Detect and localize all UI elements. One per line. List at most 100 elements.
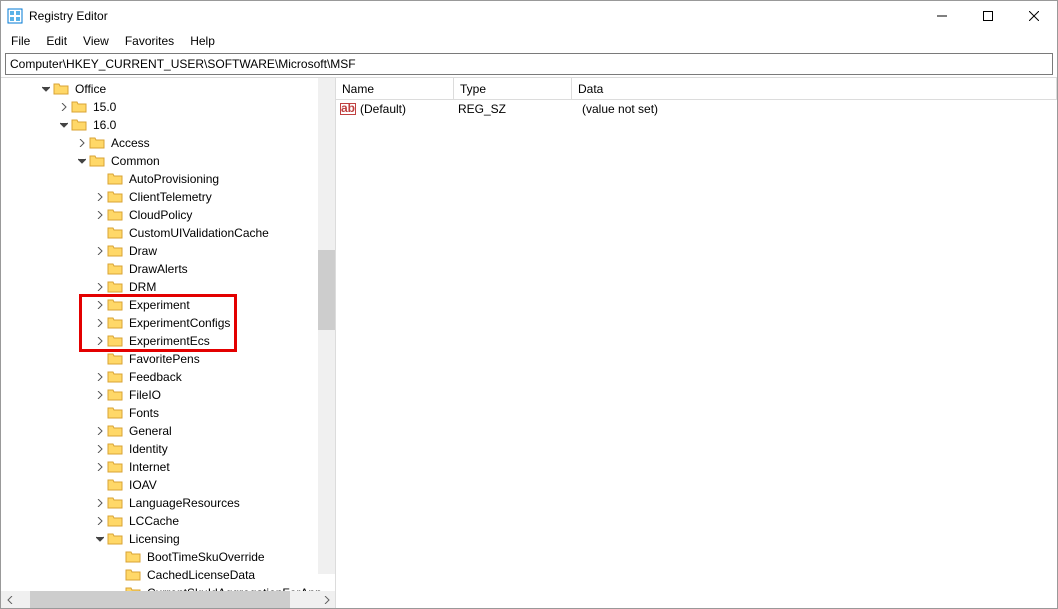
scroll-right-button[interactable]: [318, 591, 335, 608]
collapse-icon[interactable]: [57, 116, 71, 134]
expand-icon[interactable]: [93, 458, 107, 476]
address-bar[interactable]: Computer\HKEY_CURRENT_USER\SOFTWARE\Micr…: [5, 53, 1053, 75]
expand-icon[interactable]: [93, 188, 107, 206]
expand-icon[interactable]: [93, 278, 107, 296]
tree-item[interactable]: ClientTelemetry: [1, 188, 335, 206]
tree-body[interactable]: Office15.016.0Access Common AutoProvisioni…: [1, 78, 335, 591]
expand-icon[interactable]: [93, 242, 107, 260]
tree-item[interactable]: Office: [1, 80, 335, 98]
tree-item-label: Common: [109, 153, 162, 169]
tree-item[interactable]: CustomUIValidationCache: [1, 224, 335, 242]
expand-icon[interactable]: [93, 386, 107, 404]
tree-item-label: Internet: [127, 459, 172, 475]
tree-item[interactable]: IOAV: [1, 476, 335, 494]
expand-icon[interactable]: [93, 296, 107, 314]
close-button[interactable]: [1011, 1, 1057, 31]
tree-item-label: Draw: [127, 243, 159, 259]
tree-item[interactable]: DRM: [1, 278, 335, 296]
collapse-icon[interactable]: [93, 530, 107, 548]
expand-icon[interactable]: [93, 332, 107, 350]
column-header-name[interactable]: Name: [336, 78, 454, 99]
expand-icon[interactable]: [93, 494, 107, 512]
value-name: (Default): [360, 102, 458, 116]
tree-item[interactable]: Experiment: [1, 296, 335, 314]
tree-item-label: CustomUIValidationCache: [127, 225, 271, 241]
tree-item[interactable]: General: [1, 422, 335, 440]
tree-item[interactable]: BootTimeSkuOverride: [1, 548, 335, 566]
tree-item-label: Access: [109, 135, 152, 151]
tree-item[interactable]: Feedback: [1, 368, 335, 386]
tree-item[interactable]: AutoProvisioning: [1, 170, 335, 188]
tree-item[interactable]: CachedLicenseData: [1, 566, 335, 584]
collapse-icon[interactable]: [39, 80, 53, 98]
folder-icon: [71, 99, 87, 115]
expand-icon[interactable]: [57, 98, 71, 116]
tree-item[interactable]: CloudPolicy: [1, 206, 335, 224]
expand-icon[interactable]: [93, 512, 107, 530]
tree-item[interactable]: 15.0: [1, 98, 335, 116]
content-area: Office15.016.0Access Common AutoProvisioni…: [1, 77, 1057, 608]
tree-item[interactable]: DrawAlerts: [1, 260, 335, 278]
folder-icon: [107, 477, 123, 493]
folder-icon: [107, 315, 123, 331]
horizontal-scrollbar[interactable]: [1, 591, 335, 608]
tree-item[interactable]: Internet: [1, 458, 335, 476]
value-data: (value not set): [576, 102, 1057, 116]
scrollbar-thumb[interactable]: [30, 591, 290, 608]
menu-help[interactable]: Help: [182, 31, 223, 50]
value-row[interactable]: ab (Default) REG_SZ (value not set): [336, 100, 1057, 118]
maximize-button[interactable]: [965, 1, 1011, 31]
tree-item[interactable]: LCCache: [1, 512, 335, 530]
tree-item[interactable]: Common: [1, 152, 335, 170]
tree-item[interactable]: Identity: [1, 440, 335, 458]
folder-icon: [107, 279, 123, 295]
tree-item[interactable]: CurrentSkuIdAggregationForApp: [1, 584, 335, 591]
expand-icon[interactable]: [93, 206, 107, 224]
folder-icon: [107, 243, 123, 259]
menu-favorites[interactable]: Favorites: [117, 31, 182, 50]
expand-icon[interactable]: [93, 314, 107, 332]
collapse-icon[interactable]: [75, 152, 89, 170]
chevron-placeholder: [111, 548, 125, 566]
minimize-button[interactable]: [919, 1, 965, 31]
tree-item-label: Fonts: [127, 405, 161, 421]
vertical-scrollbar[interactable]: [318, 78, 335, 574]
scrollbar-track[interactable]: [18, 591, 318, 608]
address-text: Computer\HKEY_CURRENT_USER\SOFTWARE\Micr…: [10, 57, 356, 71]
menu-view[interactable]: View: [75, 31, 117, 50]
folder-icon: [107, 369, 123, 385]
tree-item[interactable]: ExperimentEcs: [1, 332, 335, 350]
tree-item-label: AutoProvisioning: [127, 171, 221, 187]
column-header-type[interactable]: Type: [454, 78, 572, 99]
folder-icon: [107, 387, 123, 403]
column-header-data[interactable]: Data: [572, 78, 1057, 99]
menu-edit[interactable]: Edit: [38, 31, 75, 50]
tree-item[interactable]: Access: [1, 134, 335, 152]
scrollbar-thumb[interactable]: [318, 250, 335, 330]
tree-item[interactable]: LanguageResources: [1, 494, 335, 512]
tree-item[interactable]: Fonts: [1, 404, 335, 422]
expand-icon[interactable]: [93, 422, 107, 440]
tree-item-label: LanguageResources: [127, 495, 242, 511]
folder-icon: [125, 549, 141, 565]
folder-icon: [89, 153, 105, 169]
tree-item-label: Office: [73, 81, 108, 97]
tree-item[interactable]: FavoritePens: [1, 350, 335, 368]
tree-item[interactable]: 16.0: [1, 116, 335, 134]
tree-item[interactable]: Draw: [1, 242, 335, 260]
values-pane: Name Type Data ab (Default) REG_SZ (valu…: [336, 78, 1057, 608]
menu-file[interactable]: File: [3, 31, 38, 50]
chevron-placeholder: [93, 260, 107, 278]
expand-icon[interactable]: [93, 440, 107, 458]
tree-item[interactable]: FileIO: [1, 386, 335, 404]
scroll-left-button[interactable]: [1, 591, 18, 608]
expand-icon[interactable]: [93, 368, 107, 386]
menu-bar: File Edit View Favorites Help: [1, 31, 1057, 51]
tree-item[interactable]: ExperimentConfigs: [1, 314, 335, 332]
tree-item[interactable]: Licensing: [1, 530, 335, 548]
string-value-icon: ab: [340, 101, 356, 117]
tree-item-label: Experiment: [127, 297, 192, 313]
tree-item-label: DRM: [127, 279, 158, 295]
expand-icon[interactable]: [75, 134, 89, 152]
folder-icon: [107, 459, 123, 475]
